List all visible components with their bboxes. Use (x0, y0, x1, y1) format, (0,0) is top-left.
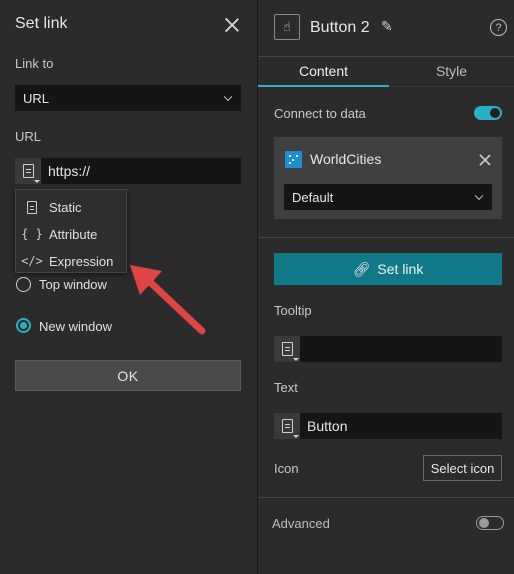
select-icon-button[interactable]: Select icon (423, 455, 502, 481)
section-divider (258, 237, 514, 238)
header-divider (258, 56, 514, 57)
code-icon: </> (21, 254, 43, 268)
advanced-toggle[interactable] (476, 516, 504, 530)
radio-new-window[interactable] (16, 318, 31, 333)
caret-down-icon (34, 180, 40, 183)
menu-item-attribute[interactable]: { } Attribute (16, 221, 126, 247)
menu-item-label: Attribute (49, 226, 98, 242)
tooltip-label: Tooltip (274, 303, 312, 318)
text-label: Text (274, 380, 298, 395)
chevron-down-icon (223, 92, 233, 102)
menu-item-label: Expression (49, 253, 114, 269)
toggle-knob (490, 108, 500, 118)
radio-top-window-label: Top window (39, 277, 107, 292)
document-icon (27, 200, 37, 214)
url-label: URL (15, 129, 42, 144)
datasource-name: WorldCities (310, 151, 382, 167)
annotation-arrow (130, 265, 206, 335)
connect-to-data-label: Connect to data (274, 106, 366, 121)
tooltip-input[interactable] (300, 336, 502, 362)
menu-item-label: Static (49, 199, 82, 215)
text-input-value: Button (307, 418, 348, 434)
close-icon[interactable] (225, 18, 239, 32)
text-mode-button[interactable] (274, 413, 300, 439)
document-icon (281, 419, 293, 433)
active-tab-indicator (258, 85, 389, 87)
tab-content[interactable]: Content (258, 63, 389, 79)
section-divider (258, 497, 514, 498)
edit-pencil-icon[interactable]: ✎ (381, 18, 393, 35)
menu-item-expression[interactable]: </> Expression (16, 248, 126, 274)
document-icon (281, 342, 293, 356)
button-widget-icon: ☝ (274, 14, 300, 40)
connect-to-data-toggle[interactable] (474, 106, 502, 120)
ok-button[interactable]: OK (15, 360, 241, 391)
remove-datasource-icon[interactable] (479, 154, 490, 165)
widget-name: Button 2 (310, 19, 370, 36)
datasource-view-value: Default (292, 189, 334, 205)
radio-new-window-label: New window (39, 319, 112, 334)
url-mode-menu: Static { } Attribute </> Expression (15, 189, 127, 273)
chevron-down-icon (474, 191, 484, 201)
help-icon[interactable]: ? (490, 19, 507, 36)
link-icon: 🔗︎ (352, 260, 371, 277)
link-to-label: Link to (15, 56, 54, 71)
datasource-icon (285, 151, 302, 168)
set-link-title: Set link (15, 15, 68, 32)
set-link-button[interactable]: 🔗︎ Set link (274, 253, 502, 285)
url-input[interactable]: https:// (41, 158, 241, 184)
caret-down-icon (293, 435, 299, 438)
url-input-value: https:// (48, 163, 91, 179)
braces-icon: { } (21, 227, 43, 241)
document-icon (22, 164, 34, 178)
toggle-knob (479, 518, 489, 528)
radio-top-window[interactable] (16, 277, 31, 292)
text-input[interactable]: Button (300, 413, 502, 439)
icon-label: Icon (274, 461, 299, 476)
url-mode-button[interactable] (15, 158, 41, 184)
caret-down-icon (293, 358, 299, 361)
link-to-select[interactable]: URL (15, 85, 241, 111)
tooltip-mode-button[interactable] (274, 336, 300, 362)
menu-item-static[interactable]: Static (16, 194, 126, 220)
tab-style[interactable]: Style (389, 63, 514, 79)
advanced-label: Advanced (272, 516, 330, 531)
link-to-value: URL (23, 90, 50, 106)
datasource-view-select[interactable]: Default (284, 184, 492, 210)
set-link-label: Set link (377, 261, 424, 277)
